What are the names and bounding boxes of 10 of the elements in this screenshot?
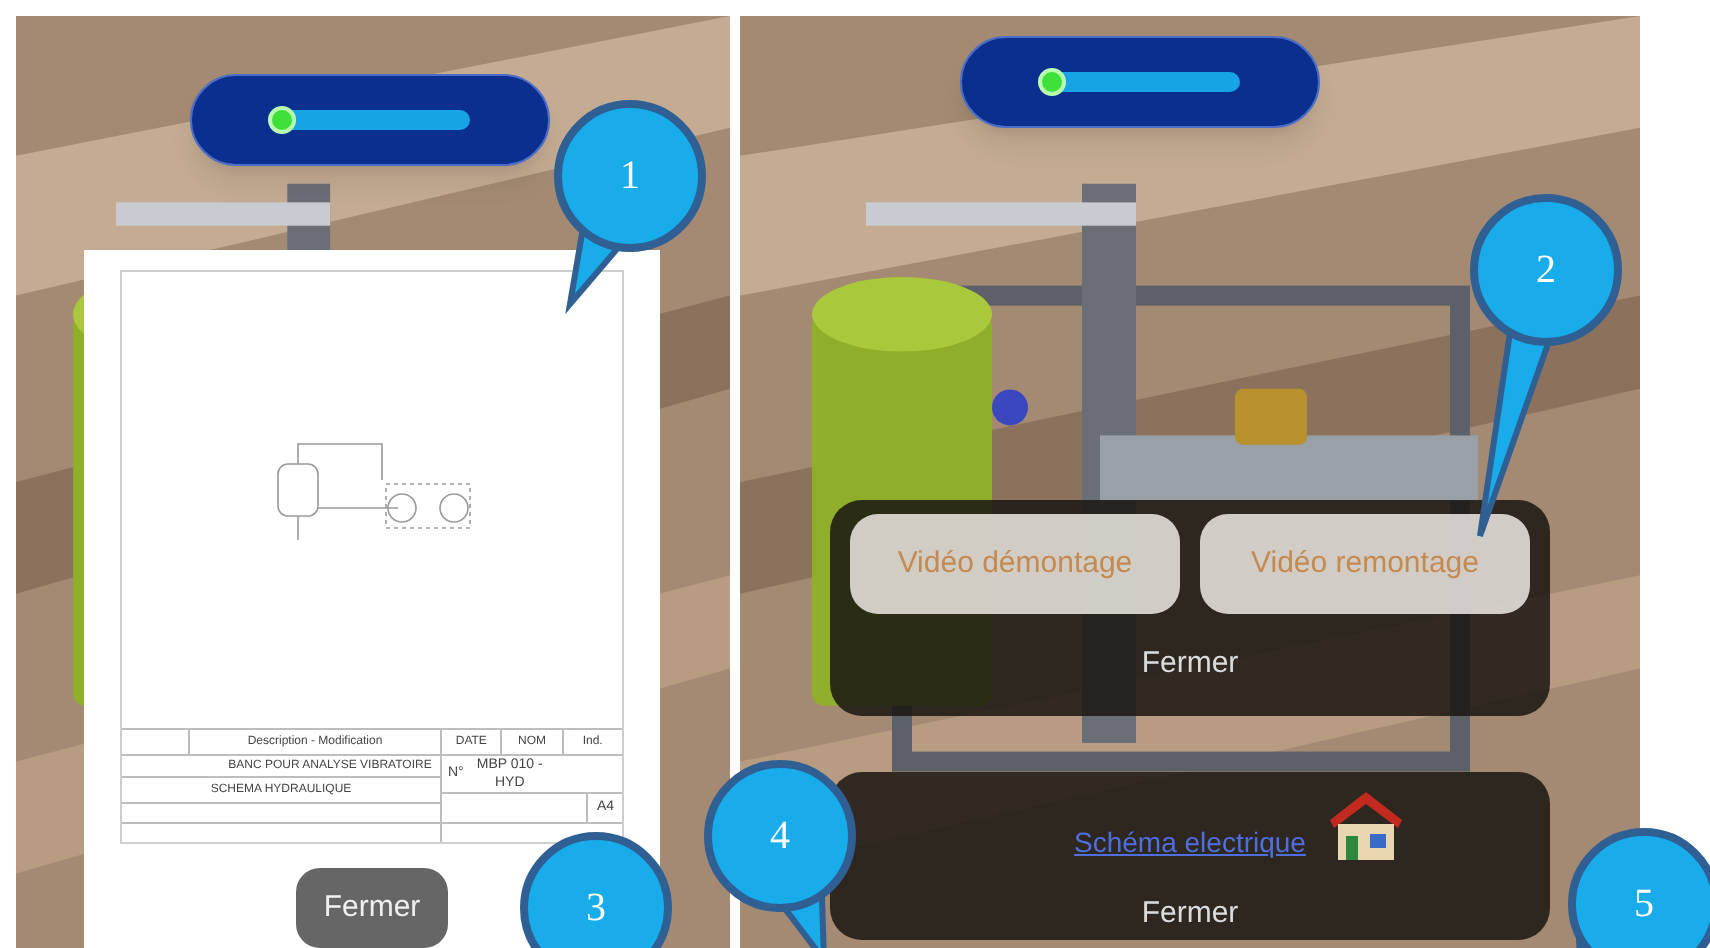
- house-icon: [1325, 788, 1406, 864]
- close-button[interactable]: Fermer: [1141, 642, 1239, 687]
- slider-track[interactable]: [1040, 72, 1240, 92]
- electrical-schematic-link[interactable]: Schéma electrique: [1074, 822, 1306, 864]
- slider-thumb[interactable]: [1037, 68, 1066, 96]
- close-button[interactable]: Fermer: [295, 867, 449, 948]
- slider-track[interactable]: [270, 110, 470, 130]
- slider-thumb[interactable]: [267, 106, 296, 134]
- close-button[interactable]: Fermer: [1141, 892, 1239, 937]
- callout-badge: 5: [1568, 828, 1710, 948]
